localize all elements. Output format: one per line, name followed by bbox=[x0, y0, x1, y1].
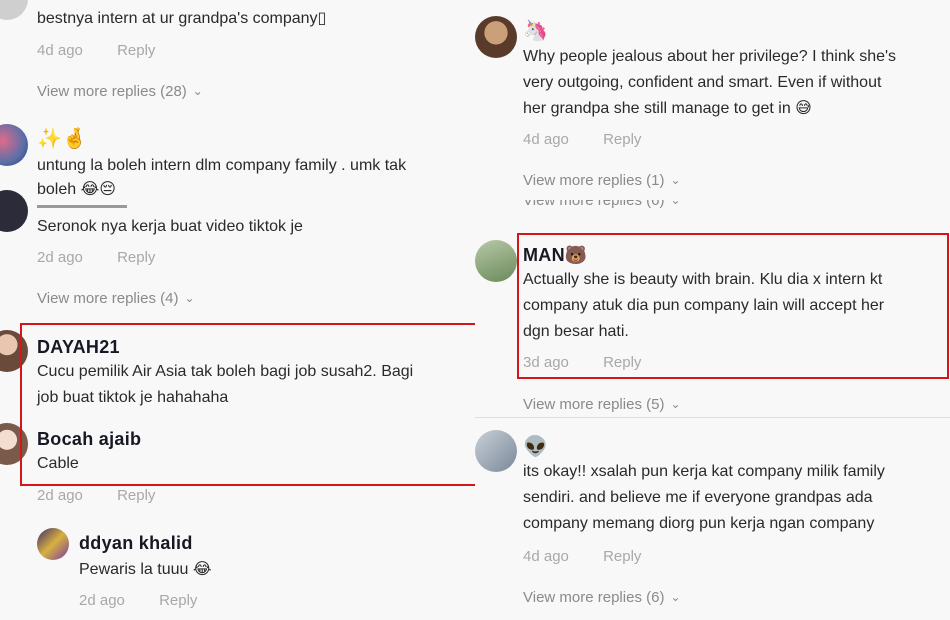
comment-text: company memang diorg pun kerja ngan comp… bbox=[523, 515, 875, 532]
chevron-down-icon: ⌄ bbox=[670, 590, 681, 604]
reply-button[interactable]: Reply bbox=[117, 487, 155, 504]
view-more-replies-label: View more replies (5) bbox=[523, 396, 665, 413]
chevron-down-icon: ⌄ bbox=[670, 173, 681, 187]
reply-button[interactable]: Reply bbox=[159, 592, 197, 609]
view-more-replies-label: View more replies (1) bbox=[523, 172, 665, 189]
chevron-down-icon: ⌄ bbox=[670, 397, 681, 411]
avatar[interactable] bbox=[0, 190, 28, 232]
comment-meta: 4d ago Reply bbox=[37, 42, 155, 59]
comment-time: 2d ago bbox=[37, 249, 83, 266]
comment-meta: 4d ago Reply bbox=[523, 131, 641, 148]
avatar[interactable] bbox=[475, 240, 517, 282]
comment-meta: 2d ago Reply bbox=[79, 592, 197, 609]
highlight-box bbox=[517, 233, 949, 379]
reply-button[interactable]: Reply bbox=[117, 42, 155, 59]
view-more-replies-label: View more replies (28) bbox=[37, 83, 187, 100]
view-more-replies-button[interactable]: View more replies (1) ⌄ bbox=[523, 172, 681, 189]
comment-time: 2d ago bbox=[79, 592, 125, 609]
highlight-box bbox=[20, 323, 475, 486]
comment-text: very outgoing, confident and smart. Even… bbox=[523, 74, 882, 91]
view-more-replies-label: View more replies (6) bbox=[523, 589, 665, 606]
comment-time: 4d ago bbox=[37, 42, 83, 59]
comment-text: her grandpa she still manage to get in 😅 bbox=[523, 100, 812, 117]
comment-time: 4d ago bbox=[523, 131, 569, 148]
left-comment-column: bestnya intern at ur grandpa's company▯ … bbox=[0, 0, 475, 620]
avatar[interactable] bbox=[0, 0, 28, 20]
view-more-replies-button[interactable]: View more replies (6) ⌄ bbox=[523, 589, 681, 606]
comment-text: Seronok nya kerja buat video tiktok je bbox=[37, 218, 303, 235]
reply-button[interactable]: Reply bbox=[117, 249, 155, 266]
avatar[interactable] bbox=[475, 16, 517, 58]
comment-text: Why people jealous about her privilege? … bbox=[523, 48, 897, 65]
comment-meta: 4d ago Reply bbox=[523, 548, 641, 565]
divider bbox=[475, 417, 950, 418]
comment-time: 4d ago bbox=[523, 548, 569, 565]
comment-time: 2d ago bbox=[37, 487, 83, 504]
comment-text: Pewaris la tuuu 😂 bbox=[79, 561, 212, 578]
comment-username[interactable]: ddyan khalid bbox=[79, 533, 193, 554]
view-more-replies-button[interactable]: View more replies (5) ⌄ bbox=[523, 396, 681, 413]
comment-text: untung la boleh intern dlm company famil… bbox=[37, 157, 407, 174]
reply-button[interactable]: Reply bbox=[603, 548, 641, 565]
comment-text: sendiri. and believe me if everyone gran… bbox=[523, 489, 873, 506]
comment-username[interactable]: 👽 bbox=[523, 434, 548, 459]
avatar[interactable] bbox=[0, 124, 28, 166]
view-more-replies-label: View more replies (4) bbox=[37, 290, 179, 307]
comment-username[interactable]: ✨🤞 bbox=[37, 126, 87, 151]
comment-meta: 2d ago Reply bbox=[37, 249, 155, 266]
comment-meta: 2d ago Reply bbox=[37, 487, 155, 504]
avatar[interactable] bbox=[475, 430, 517, 472]
view-more-replies-button[interactable]: View more replies (4) ⌄ bbox=[37, 290, 195, 307]
right-comment-column: 🦄 Why people jealous about her privilege… bbox=[475, 0, 950, 620]
view-more-replies-button[interactable]: View more replies (28) ⌄ bbox=[37, 83, 203, 100]
chevron-down-icon: ⌄ bbox=[670, 200, 681, 207]
clipped-view-more-replies: View more replies (6) ⌄ bbox=[523, 200, 681, 213]
chevron-down-icon: ⌄ bbox=[192, 84, 203, 98]
clipped-username bbox=[37, 200, 127, 210]
avatar[interactable] bbox=[37, 528, 69, 560]
chevron-down-icon: ⌄ bbox=[184, 291, 195, 305]
comment-username[interactable]: 🦄 bbox=[523, 18, 548, 43]
comment-text: bestnya intern at ur grandpa's company▯ bbox=[37, 10, 327, 27]
reply-button[interactable]: Reply bbox=[603, 131, 641, 148]
comment-text: its okay!! xsalah pun kerja kat company … bbox=[523, 463, 885, 480]
